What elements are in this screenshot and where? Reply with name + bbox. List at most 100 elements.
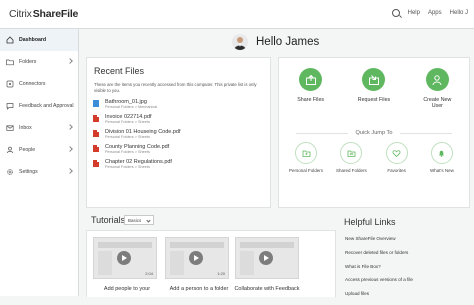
play-icon[interactable] <box>259 251 273 265</box>
tutorial-video-thumbnail[interactable]: 2:04 <box>93 237 157 279</box>
personal-folders-label: Personal Folders <box>288 168 324 173</box>
personal-folder-icon <box>295 142 317 164</box>
sidebar-item-folders[interactable]: Folders <box>0 51 78 73</box>
logo-sharefile-text: ShareFile <box>32 8 79 20</box>
whats-new-button[interactable]: What's New <box>423 142 461 174</box>
video-preview <box>240 242 294 248</box>
top-right-menu: Help Apps Hello J <box>384 9 468 17</box>
create-new-user-label: Create New User <box>423 97 452 109</box>
help-link[interactable]: Help <box>408 10 420 16</box>
recent-files-description: These are the items you recently accesse… <box>94 82 257 93</box>
sidebar-item-label: Inbox <box>19 125 32 131</box>
sidebar-item-label: Feedback and Approval <box>19 103 74 109</box>
pdf-file-icon <box>93 115 99 122</box>
primary-actions: Share Files Request Files Create New Use… <box>279 68 469 109</box>
sidebar-item-connectors[interactable]: Connectors <box>0 73 78 95</box>
image-file-icon <box>93 100 99 107</box>
file-path: Personal Folders > Sheets <box>105 150 150 154</box>
video-duration: 2:04 <box>145 271 153 276</box>
video-duration: 1:20 <box>217 271 225 276</box>
quick-actions-card: Share Files Request Files Create New Use… <box>278 57 470 208</box>
request-icon <box>362 68 386 91</box>
sidebar-item-label: Dashboard <box>19 37 47 43</box>
feedback-icon <box>6 102 14 110</box>
sidebar-item-settings[interactable]: Settings <box>0 161 78 183</box>
request-files-button[interactable]: Request Files <box>349 68 399 109</box>
personal-folders-button[interactable]: Personal Folders <box>287 142 325 174</box>
file-path: Personal Folders > Sheets <box>105 165 150 169</box>
apps-link[interactable]: Apps <box>428 10 442 16</box>
tutorials-filter-value: Basics <box>128 217 142 223</box>
pdf-file-icon <box>93 160 99 167</box>
search-icon[interactable] <box>391 9 400 17</box>
tutorial-video-thumbnail[interactable]: 1:20 <box>165 237 229 279</box>
create-new-user-button[interactable]: Create New User <box>412 68 462 109</box>
whats-new-label: What's New <box>430 168 454 173</box>
favorites-button[interactable]: Favorites <box>378 142 416 174</box>
video-preview <box>170 242 224 248</box>
list-item[interactable]: Chapter 02 Regulations.pdf Personal Fold… <box>93 159 263 174</box>
chevron-right-icon <box>67 168 73 174</box>
page-title: Hello James <box>256 36 320 48</box>
file-path: Personal Folders > Sheets <box>105 120 150 124</box>
share-files-label: Share Files <box>297 97 325 103</box>
helpful-links-title: Helpful Links <box>344 217 396 227</box>
play-icon[interactable] <box>189 251 203 265</box>
video-preview <box>170 251 184 275</box>
sidebar-item-label: Folders <box>19 59 37 65</box>
sidebar-item-label: Connectors <box>19 81 46 87</box>
video-preview <box>240 251 254 275</box>
helpful-link[interactable]: New ShareFile Overview <box>345 236 470 250</box>
sidebar-item-inbox[interactable]: Inbox <box>0 117 78 139</box>
tutorial-caption[interactable]: Add people to your <box>87 286 167 292</box>
folder-icon <box>6 58 14 66</box>
tutorials-filter-select[interactable]: Basics <box>124 215 154 225</box>
shared-folders-button[interactable]: Shared Folders <box>332 142 370 174</box>
citrix-sharefile-logo[interactable]: CitrixShareFile <box>9 8 78 20</box>
add-user-icon <box>425 68 449 91</box>
connector-icon <box>6 80 14 88</box>
top-bar: CitrixShareFile Help Apps Hello J <box>0 0 474 29</box>
home-icon <box>6 36 14 44</box>
file-path: Personal Folders > Sheets <box>105 135 150 139</box>
sidebar-item-label: People <box>19 147 36 153</box>
share-files-button[interactable]: Share Files <box>286 68 336 109</box>
helpful-link[interactable]: Recover deleted files or folders <box>345 250 470 264</box>
quick-jump-links: Personal Folders Shared Folders Favorite… <box>287 142 461 174</box>
chevron-right-icon <box>67 124 73 130</box>
helpful-link[interactable]: Upload files <box>345 291 470 305</box>
tutorials-title: Tutorials <box>91 215 126 225</box>
tutorial-video-thumbnail[interactable] <box>235 237 299 279</box>
list-item[interactable]: County Planning Code.pdf Personal Folder… <box>93 144 263 159</box>
inbox-icon <box>6 124 14 132</box>
chevron-right-icon <box>67 146 73 152</box>
sidebar-item-feedback[interactable]: Feedback and Approval <box>0 95 78 117</box>
pdf-file-icon <box>93 145 99 152</box>
file-path: Personal Folders > Mechanical <box>105 105 158 109</box>
people-icon <box>6 146 14 154</box>
helpful-link[interactable]: What is File Box? <box>345 264 470 278</box>
shared-folders-label: Shared Folders <box>335 168 367 173</box>
greeting-header: Hello James <box>232 34 319 50</box>
recent-files-title: Recent Files <box>94 66 145 76</box>
chevron-right-icon <box>67 58 73 64</box>
chevron-down-icon <box>146 218 151 223</box>
user-menu[interactable]: Hello J <box>450 10 468 16</box>
list-item[interactable]: Division 01 Houseing Code.pdf Personal F… <box>93 129 263 144</box>
avatar[interactable] <box>232 34 248 50</box>
shared-folder-icon <box>340 142 363 164</box>
helpful-link[interactable]: Access previous versions of a file <box>345 277 470 291</box>
list-item[interactable]: Bathroom_01.jpg Personal Folders > Mecha… <box>93 99 263 114</box>
recent-files-card: Recent Files These are the items you rec… <box>86 57 271 208</box>
gear-icon <box>6 168 14 176</box>
tutorials-panel: 2:04 Add people to your 1:20 Add a perso… <box>86 230 336 297</box>
bell-icon <box>430 142 453 164</box>
sidebar: Dashboard Folders Connectors Feedback an… <box>0 29 79 296</box>
list-item[interactable]: Invoice 022714.pdf Personal Folders > Sh… <box>93 114 263 129</box>
sidebar-item-people[interactable]: People <box>0 139 78 161</box>
play-icon[interactable] <box>117 251 131 265</box>
pdf-file-icon <box>93 130 99 137</box>
request-files-label: Request Files <box>357 97 391 103</box>
sidebar-item-dashboard[interactable]: Dashboard <box>0 29 78 51</box>
tutorial-caption[interactable]: Collaborate with Feedback <box>227 286 307 292</box>
